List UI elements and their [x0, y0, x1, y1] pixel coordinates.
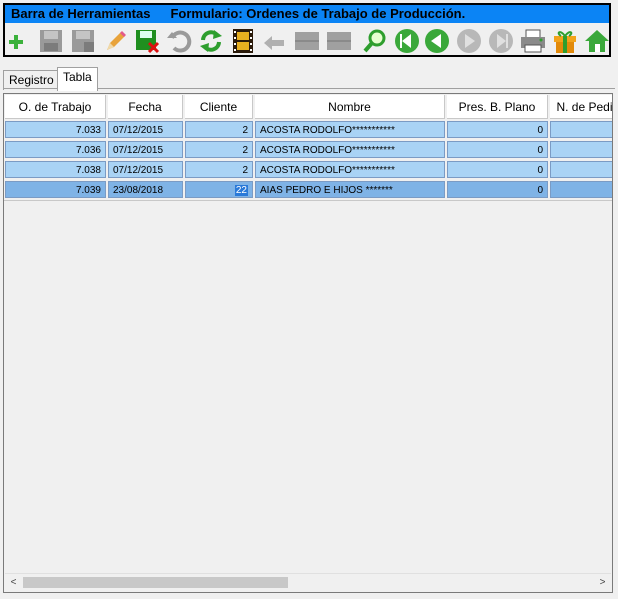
cell-pedido[interactable] — [550, 161, 612, 178]
cell-orden[interactable]: 7.038 — [5, 161, 106, 178]
next-record-button[interactable] — [455, 27, 483, 55]
new-record-button[interactable] — [5, 27, 33, 55]
edit-button[interactable] — [101, 27, 129, 55]
cell-fecha[interactable]: 07/12/2015 — [108, 141, 183, 158]
cell-fecha[interactable]: 07/12/2015 — [108, 121, 183, 138]
home-button[interactable] — [583, 27, 611, 55]
column-header-pedido[interactable]: N. de Pedi — [550, 95, 612, 119]
cell-fecha[interactable]: 23/08/2018 — [108, 181, 183, 198]
undo-button[interactable] — [165, 27, 193, 55]
refresh-icon — [200, 30, 222, 52]
cell-orden[interactable]: 7.033 — [5, 121, 106, 138]
cell-pres-plano[interactable]: 0 — [447, 181, 548, 198]
data-grid: O. de Trabajo Fecha Cliente Nombre Pres.… — [3, 93, 613, 593]
cell-pedido[interactable] — [550, 141, 612, 158]
print-button[interactable] — [519, 27, 547, 55]
table-row[interactable]: 7.038 07/12/2015 2 ACOSTA RODOLFO*******… — [4, 160, 612, 180]
blank-icon-2 — [327, 32, 351, 50]
first-record-icon — [395, 29, 419, 53]
search-button[interactable] — [361, 27, 389, 55]
scroll-thumb[interactable] — [23, 577, 288, 588]
cell-orden[interactable]: 7.039 — [5, 181, 106, 198]
edit-pencil-icon — [107, 31, 126, 50]
new-record-icon — [9, 35, 23, 49]
blank-icon-1 — [295, 32, 319, 50]
next-record-icon — [457, 29, 481, 53]
undo-icon — [167, 30, 192, 53]
cell-cliente[interactable]: 2 — [185, 161, 253, 178]
tab-registro[interactable]: Registro — [3, 70, 60, 90]
column-header-cliente[interactable]: Cliente — [185, 95, 253, 119]
blank-button-2[interactable] — [325, 27, 353, 55]
cell-nombre[interactable]: AIAS PEDRO E HIJOS ******* — [255, 181, 445, 198]
table-row[interactable]: 7.033 07/12/2015 2 ACOSTA RODOLFO*******… — [4, 120, 612, 140]
gift-icon — [554, 31, 576, 53]
back-button[interactable] — [261, 27, 289, 55]
refresh-button[interactable] — [197, 27, 225, 55]
previous-record-icon — [425, 29, 449, 53]
search-icon — [363, 29, 386, 53]
table-row-selected[interactable]: 7.039 23/08/2018 22 AIAS PEDRO E HIJOS *… — [4, 180, 612, 200]
cell-pedido[interactable] — [550, 181, 612, 198]
back-arrow-icon — [264, 36, 284, 50]
film-button[interactable] — [229, 27, 257, 55]
save-as-button[interactable] — [69, 27, 97, 55]
cell-nombre[interactable]: ACOSTA RODOLFO*********** — [255, 161, 445, 178]
cell-orden[interactable]: 7.036 — [5, 141, 106, 158]
save-icon — [40, 30, 62, 52]
last-record-button[interactable] — [487, 27, 515, 55]
first-record-button[interactable] — [393, 27, 421, 55]
toolbar-title: Barra de Herramientas — [11, 6, 151, 21]
cell-pres-plano[interactable]: 0 — [447, 141, 548, 158]
blank-button-1[interactable] — [293, 27, 321, 55]
scroll-left-button[interactable]: < — [5, 574, 22, 591]
toolbar-window: Barra de Herramientas Formulario: Ordenes… — [3, 3, 611, 57]
last-record-icon — [489, 29, 513, 53]
table-row[interactable]: 7.036 07/12/2015 2 ACOSTA RODOLFO*******… — [4, 140, 612, 160]
cell-nombre[interactable]: ACOSTA RODOLFO*********** — [255, 141, 445, 158]
cell-pres-plano[interactable]: 0 — [447, 161, 548, 178]
column-header-fecha[interactable]: Fecha — [108, 95, 183, 119]
column-header-nombre[interactable]: Nombre — [255, 95, 445, 119]
save-as-icon — [72, 30, 94, 52]
delete-record-icon — [136, 30, 160, 54]
toolbar-buttons — [5, 25, 609, 57]
cell-cliente[interactable]: 2 — [185, 121, 253, 138]
grid-divider — [4, 200, 612, 201]
scroll-right-button[interactable]: > — [594, 574, 611, 591]
cell-cliente-active[interactable]: 22 — [185, 181, 253, 198]
horizontal-scrollbar[interactable]: < > — [5, 573, 611, 591]
cell-nombre[interactable]: ACOSTA RODOLFO*********** — [255, 121, 445, 138]
film-icon — [233, 29, 253, 53]
delete-record-button[interactable] — [133, 27, 161, 55]
form-title: Formulario: Ordenes de Trabajo de Produc… — [170, 6, 466, 21]
cell-pedido[interactable] — [550, 121, 612, 138]
column-header-orden[interactable]: O. de Trabajo — [5, 95, 106, 119]
cell-cliente-text: 22 — [234, 185, 248, 196]
cell-pres-plano[interactable]: 0 — [447, 121, 548, 138]
previous-record-button[interactable] — [423, 27, 451, 55]
cell-fecha[interactable]: 07/12/2015 — [108, 161, 183, 178]
column-header-pres-plano[interactable]: Pres. B. Plano — [447, 95, 548, 119]
gift-button[interactable] — [551, 27, 579, 55]
toolbar-title-bar: Barra de Herramientas Formulario: Ordenes… — [5, 5, 609, 23]
tab-tabla[interactable]: Tabla — [57, 67, 98, 91]
home-icon — [585, 30, 609, 52]
cell-cliente[interactable]: 2 — [185, 141, 253, 158]
print-icon — [521, 29, 545, 53]
save-button[interactable] — [37, 27, 65, 55]
